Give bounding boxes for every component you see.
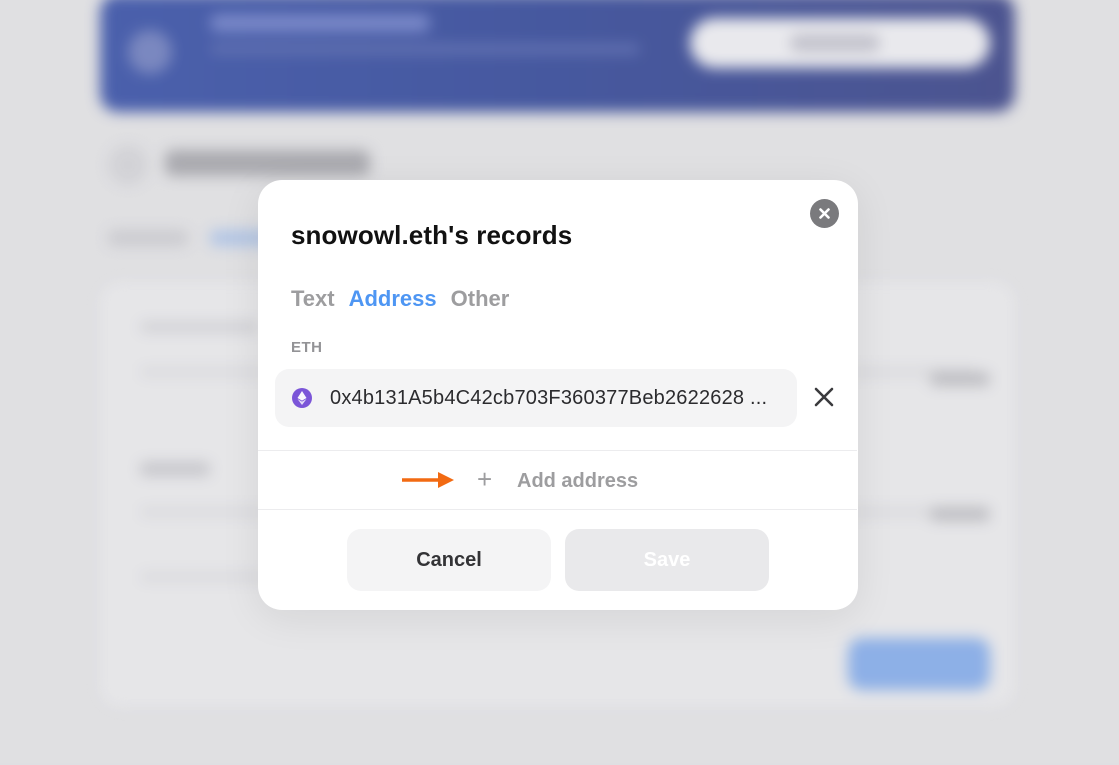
record-type-tabs: Text Address Other [291,286,509,312]
tab-other[interactable]: Other [451,286,510,312]
tab-address[interactable]: Address [349,286,437,312]
ethereum-icon [292,388,312,408]
remove-address-button[interactable] [812,385,836,409]
records-modal: snowowl.eth's records Text Address Other… [258,180,858,610]
plus-icon: + [477,464,493,494]
record-coin-label: ETH [291,339,323,356]
eth-address-field[interactable]: 0x4b131A5b4C42cb703F360377Beb2622628 ... [275,369,797,427]
save-button[interactable]: Save [565,529,769,591]
eth-address-value: 0x4b131A5b4C42cb703F360377Beb2622628 ... [330,386,768,409]
modal-title: snowowl.eth's records [291,220,573,250]
cancel-button[interactable]: Cancel [347,529,551,591]
close-icon [819,208,830,219]
add-address-button[interactable]: + Add address [258,450,857,510]
add-address-label: Add address [517,470,639,492]
close-modal-button[interactable] [810,199,839,228]
close-icon [814,387,834,407]
arrow-right-icon [402,472,454,488]
tab-text[interactable]: Text [291,286,335,312]
